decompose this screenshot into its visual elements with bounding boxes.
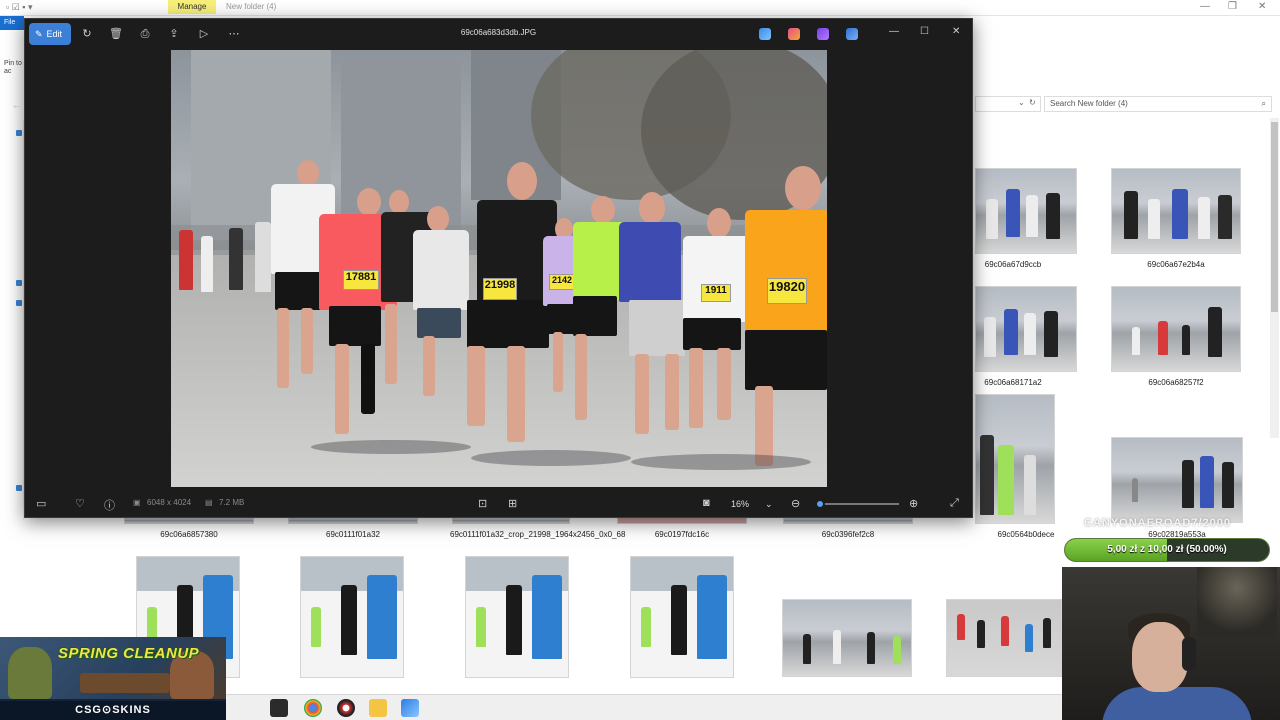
thumbnail-label: 69c0197fdc16c <box>654 530 710 539</box>
file-size-icon: ▤ <box>205 498 213 507</box>
thumbnail[interactable] <box>1111 286 1241 372</box>
donation-goal-text: 5,00 zł z 10,00 zł (50.00%) <box>1107 544 1227 555</box>
race-bib: 19820 <box>767 278 807 304</box>
heart-icon[interactable]: ♡ <box>75 497 85 510</box>
maximize-icon[interactable]: ☐ <box>920 26 929 37</box>
nav-item-icon[interactable] <box>16 485 22 491</box>
fit-icon[interactable]: ⊡ <box>478 497 487 510</box>
thumbnail-label: 69c06a67d9ccb <box>984 260 1042 269</box>
zoom-slider-track[interactable] <box>819 503 899 505</box>
nav-item-icon[interactable] <box>16 130 22 136</box>
obs-icon[interactable] <box>337 699 355 717</box>
nav-item-icon[interactable] <box>16 300 22 306</box>
headset-icon <box>1182 637 1196 671</box>
image-dimensions: 6048 x 4024 <box>147 498 192 507</box>
image-size-icon: ▣ <box>133 498 141 507</box>
zoom-out-icon[interactable]: ⊖ <box>791 497 800 510</box>
close-icon[interactable]: ✕ <box>1258 1 1266 12</box>
thumbnail-label: 69c06a6857380 <box>160 530 218 539</box>
address-bar-end[interactable]: ⌄ ↻ <box>975 96 1041 112</box>
terminal-icon[interactable] <box>270 699 288 717</box>
thumbnail[interactable] <box>465 556 569 678</box>
explorer-folder-title: New folder (4) <box>226 2 277 11</box>
restore-icon[interactable]: ❐ <box>1228 1 1237 12</box>
nav-item-icon[interactable] <box>16 280 22 286</box>
photo-canvas[interactable]: 17881 21998 2142 1911 19820 <box>171 50 827 487</box>
zoom-dropdown[interactable]: 16% ⌄ <box>725 495 779 513</box>
race-bib: 21998 <box>483 278 517 300</box>
chevron-down-icon[interactable]: ⌄ <box>1018 98 1025 107</box>
zoom-in-icon[interactable]: ⊕ <box>909 497 918 510</box>
search-placeholder: Search New folder (4) <box>1050 99 1128 108</box>
fullscreen-icon[interactable]: ⤢ <box>950 497 959 510</box>
race-bib: 1911 <box>701 284 731 302</box>
close-icon[interactable]: ✕ <box>952 26 960 37</box>
thumbnail[interactable] <box>975 394 1055 524</box>
onedrive-icon[interactable] <box>846 28 858 40</box>
clipchamp-app-icon[interactable] <box>817 28 829 40</box>
thumbnail-label: 69c0111f01a32_crop_21998_1964x2456_0x0_6… <box>450 530 626 539</box>
thumbnail[interactable] <box>1111 168 1241 254</box>
race-bib: 2142 <box>549 274 575 290</box>
chrome-icon[interactable] <box>304 699 322 717</box>
viewer-toolbar: ✎ Edit ↻ 🗑 ⎙ ⇪ ▷ ⋯ 69c06a683d3db.JPG — ☐ … <box>25 19 972 49</box>
photo-viewer-window: ✎ Edit ↻ 🗑 ⎙ ⇪ ▷ ⋯ 69c06a683d3db.JPG — ☐ … <box>24 18 973 518</box>
thumbnail[interactable] <box>630 556 734 678</box>
info-icon[interactable]: ⓘ <box>104 497 115 513</box>
thumbnail-label: 69c0111f01a32 <box>326 530 380 539</box>
viewer-status-bar: ▭ ♡ ⓘ ▣ 6048 x 4024 ▤ 7.2 MB ⊡ ⊞ ◙ 16% ⌄… <box>25 489 972 519</box>
zoom-slider-thumb[interactable] <box>815 499 826 509</box>
minimize-icon[interactable]: — <box>1200 1 1210 12</box>
navigation-pane <box>0 120 24 520</box>
sponsor-banner-title: SPRING CLEANUP <box>58 645 200 662</box>
actual-size-icon[interactable]: ⊞ <box>508 497 517 510</box>
chevron-down-icon: ⌄ <box>765 499 773 509</box>
race-bib: 17881 <box>343 270 379 290</box>
copilot-app-icon[interactable] <box>788 28 800 40</box>
thumbnail-label: 69c0564b0dece <box>997 530 1055 539</box>
file-tab[interactable]: File <box>0 16 24 30</box>
donation-goal-bar: 5,00 zł z 10,00 zł (50.00%) <box>1064 538 1270 562</box>
taskbar <box>226 694 1062 720</box>
quick-access-icons[interactable]: ▫ ☑ ▪ ▾ <box>6 2 32 13</box>
webcam-feed <box>1062 567 1280 720</box>
thumbnail[interactable] <box>975 286 1077 372</box>
file-name: 69c06a683d3db.JPG <box>460 28 537 37</box>
minimize-icon[interactable]: — <box>889 26 899 37</box>
back-arrow-icon[interactable]: ← <box>12 100 21 110</box>
pin-to-quick-access[interactable]: Pin to ac <box>4 60 26 76</box>
zoom-level: 16% <box>731 499 750 509</box>
photos-app-icon[interactable] <box>401 699 419 717</box>
file-explorer-icon[interactable] <box>369 699 387 717</box>
thumbnail[interactable] <box>946 599 1062 677</box>
scrollbar-thumb[interactable] <box>1271 122 1278 312</box>
search-icon: ⌕ <box>1261 99 1266 108</box>
screenshot-icon[interactable]: ◙ <box>703 497 710 509</box>
file-size: 7.2 MB <box>219 498 245 507</box>
thumbnail-label: 69c06a67e2b4a <box>1147 260 1205 269</box>
thumbnail-label: 69c0396fef2c8 <box>821 530 875 539</box>
sponsor-brand: CSG⊙SKINS <box>0 701 226 720</box>
refresh-icon[interactable]: ↻ <box>1029 98 1036 107</box>
designer-app-icon[interactable] <box>759 28 771 40</box>
manage-tab[interactable]: Manage <box>168 0 216 14</box>
thumbnail[interactable] <box>975 168 1077 254</box>
thumbnail[interactable] <box>300 556 404 678</box>
search-input[interactable]: Search New folder (4) ⌕ <box>1044 96 1272 112</box>
stream-watermark: CANYONAEROAD7/2000 <box>1084 517 1231 529</box>
sponsor-banner: SPRING CLEANUP CSG⊙SKINS <box>0 637 226 720</box>
thumbnail-label: 69c06a68257f2 <box>1148 378 1204 387</box>
thumbnail-label: 69c06a68171a2 <box>984 378 1042 387</box>
filmstrip-icon[interactable]: ▭ <box>36 497 46 510</box>
thumbnail[interactable] <box>1111 437 1243 523</box>
explorer-title-bar: ▫ ☑ ▪ ▾ Manage New folder (4) — ❐ ✕ <box>0 0 1280 16</box>
thumbnail[interactable] <box>782 599 912 677</box>
